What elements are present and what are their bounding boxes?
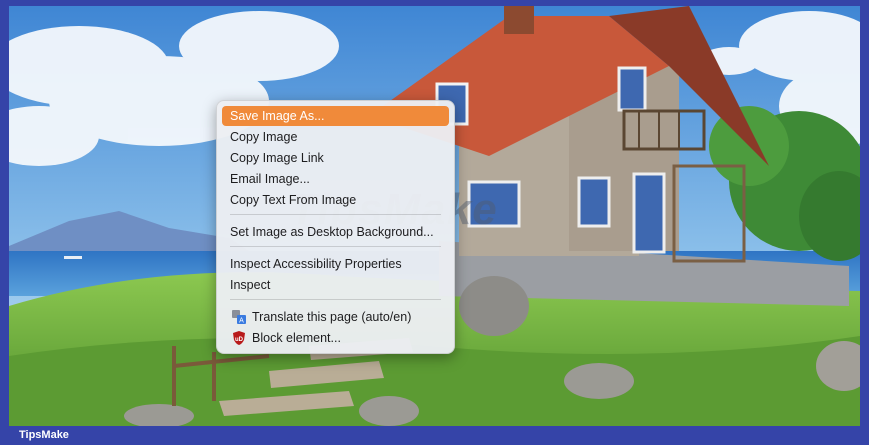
menu-item-email-image[interactable]: Email Image... — [222, 169, 449, 189]
menu-separator — [230, 214, 441, 215]
menu-separator — [230, 299, 441, 300]
menu-item-label: Email Image... — [230, 172, 310, 186]
menu-item-inspect-accessibility[interactable]: Inspect Accessibility Properties — [222, 254, 449, 274]
menu-item-label: Translate this page (auto/en) — [252, 310, 412, 324]
translate-icon: A — [232, 310, 246, 325]
ublock-shield-icon: uD — [232, 331, 246, 345]
menu-item-label: Copy Text From Image — [230, 193, 357, 207]
menu-item-label: Inspect — [230, 278, 271, 292]
menu-item-label: Set Image as Desktop Background... — [230, 225, 434, 239]
menu-item-save-image-as[interactable]: Save Image As... — [222, 106, 449, 126]
menu-item-block-element[interactable]: uD Block element... — [222, 328, 449, 348]
menu-item-label: Copy Image — [230, 130, 298, 144]
menu-item-label: Inspect Accessibility Properties — [230, 257, 402, 271]
context-menu: Save Image As... Copy Image Copy Image L… — [216, 100, 455, 354]
footer-brand: TipsMake — [19, 429, 69, 441]
menu-item-label: Save Image As... — [230, 109, 325, 123]
menu-item-inspect[interactable]: Inspect — [222, 275, 449, 295]
svg-text:A: A — [239, 318, 244, 325]
menu-separator — [230, 246, 441, 247]
svg-text:uD: uD — [235, 337, 244, 343]
menu-item-translate-page[interactable]: A Translate this page (auto/en) — [222, 307, 449, 327]
menu-item-label: Copy Image Link — [230, 151, 324, 165]
menu-item-set-desktop-background[interactable]: Set Image as Desktop Background... — [222, 222, 449, 242]
menu-item-copy-image[interactable]: Copy Image — [222, 127, 449, 147]
menu-item-label: Block element... — [252, 331, 341, 345]
footer-bar: TipsMake — [0, 426, 869, 445]
menu-item-copy-image-link[interactable]: Copy Image Link — [222, 148, 449, 168]
menu-item-copy-text-from-image[interactable]: Copy Text From Image — [222, 190, 449, 210]
